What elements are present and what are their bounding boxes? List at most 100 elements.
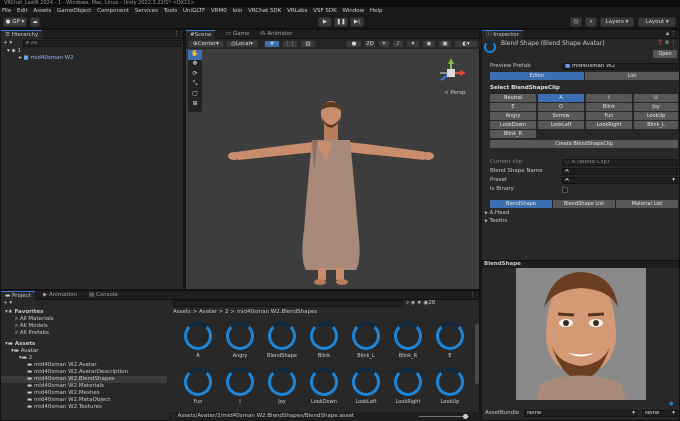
layers-dropdown[interactable]: Layers ▾ xyxy=(600,17,634,27)
more-icon[interactable]: ⋮ xyxy=(470,292,476,299)
tree-folder[interactable]: ▬ mid40sman W2.Materials xyxy=(27,383,104,390)
tree-folder[interactable]: ▬ mid40sman W2.Avatar xyxy=(27,362,97,369)
play-button[interactable]: ▶ xyxy=(318,17,332,27)
favorite-item[interactable]: ⌕ All Materials xyxy=(15,316,54,323)
tab-hierarchy[interactable]: ☰ Hierarchy xyxy=(1,30,43,39)
lighting-toggle[interactable]: ☀ xyxy=(378,40,390,48)
header-icons[interactable]: ❓ ⚙ ⋮ xyxy=(657,40,676,47)
gizmos-button[interactable]: ◐▾ xyxy=(454,40,478,48)
hand-tool-button[interactable]: ✋ xyxy=(188,50,202,60)
asset-grid-scrollbar[interactable] xyxy=(475,324,479,384)
transform-tool-button[interactable]: ⊞ xyxy=(188,100,202,110)
clip-neutral-button[interactable]: Neutral xyxy=(490,94,536,102)
rect-tool-button[interactable]: ▢ xyxy=(188,90,202,100)
clip-sorrow-button[interactable]: Sorrow xyxy=(538,112,584,120)
clip-lookup-button[interactable]: LookUp xyxy=(634,112,678,120)
avatar-model[interactable] xyxy=(226,100,436,285)
menu-component[interactable]: Component xyxy=(97,8,129,14)
cloud-button[interactable]: ☁ xyxy=(30,17,40,27)
effects-toggle[interactable]: ✦ xyxy=(406,40,420,48)
camera-settings-button[interactable]: ▣ xyxy=(438,40,452,48)
menu-vsf-sdk[interactable]: VSF SDK xyxy=(313,8,337,14)
tab-scene[interactable]: #Scene xyxy=(186,30,216,39)
tab-inspector[interactable]: ⓘ Inspector xyxy=(482,30,523,39)
is-binary-checkbox[interactable] xyxy=(562,187,568,193)
search-button[interactable]: ⌕ xyxy=(585,17,597,27)
clip-blink-button[interactable]: Blink xyxy=(586,103,632,111)
clip-lookleft-button[interactable]: LookLeft xyxy=(538,121,584,129)
tab-console[interactable]: ▤ Console xyxy=(85,291,122,300)
project-toolbar-icons[interactable]: ⌕ ◈ ★ ◉28 xyxy=(406,300,435,307)
persp-label[interactable]: < Persp xyxy=(444,90,465,97)
tree-folder[interactable]: ▬ mid40sman W2.AvatarDescription xyxy=(27,369,128,376)
tree-folder-selected[interactable]: ▬ mid40sman W2.BlendShapes xyxy=(1,376,167,383)
rotate-tool-button[interactable]: ⟳ xyxy=(188,70,202,80)
tab-project[interactable]: ▬ Project xyxy=(1,291,35,300)
project-search-input[interactable] xyxy=(173,300,403,307)
menu-file[interactable]: File xyxy=(2,8,11,14)
tree-folder[interactable]: ▬ mid40sman W2.Meshes xyxy=(27,390,100,397)
menu-vrchat-sdk[interactable]: VRChat SDK xyxy=(248,8,281,14)
preview-area[interactable] xyxy=(482,268,679,406)
menu-vrm0[interactable]: VRM0 xyxy=(211,8,227,14)
foldout-teeths[interactable]: ▸ Teeths xyxy=(485,218,507,225)
mode-tab-editor[interactable]: Editor xyxy=(490,72,584,80)
project-add-button[interactable]: + ▾ xyxy=(3,300,12,307)
more-icon[interactable]: ⋮ xyxy=(174,31,180,38)
subtab-blendshape-list[interactable]: BlendShape List xyxy=(553,200,615,208)
menu-lolo[interactable]: lolo xyxy=(233,8,243,14)
mode-tab-list[interactable]: List xyxy=(585,72,679,80)
account-button[interactable]: ● GP ▾ xyxy=(3,17,27,27)
scale-tool-button[interactable]: ⤡ xyxy=(188,80,202,90)
foldout-ahead[interactable]: ▸ A.Head xyxy=(485,210,509,217)
tab-game[interactable]: ▭ Game xyxy=(222,30,253,39)
2d-toggle[interactable]: 2D xyxy=(364,40,376,48)
lock-icon[interactable]: 🔒︎ xyxy=(666,31,669,38)
orientation-gizmo[interactable] xyxy=(436,58,466,88)
clip-i-button[interactable]: I xyxy=(586,94,632,102)
clip-angry-button[interactable]: Angry xyxy=(490,112,536,120)
clip-blink-r-button[interactable]: Blink_R xyxy=(490,130,536,138)
hierarchy-scene-row[interactable]: ▾ ◈ 1 xyxy=(7,48,21,55)
assetbundle-variant-dropdown[interactable]: None ▾ xyxy=(642,410,678,417)
breadcrumb-item[interactable]: mid40sman W2.BlendShapes xyxy=(237,309,318,315)
icon-size-slider[interactable] xyxy=(419,416,469,417)
preset-dropdown[interactable]: A ▾ xyxy=(562,177,678,184)
clip-lookdown-button[interactable]: LookDown xyxy=(490,121,536,129)
preview-prefab-field[interactable]: ■ mid40sman W2 xyxy=(562,63,678,70)
hierarchy-search-input[interactable]: ⌕ All xyxy=(23,40,181,47)
clip-a-button[interactable]: A xyxy=(538,94,584,102)
blend-shape-name-input[interactable]: A xyxy=(562,168,678,175)
preview-icon[interactable]: ◆ xyxy=(669,400,674,407)
hierarchy-item[interactable]: ▸ ■ mid40sman W2 xyxy=(19,55,74,62)
asset-item[interactable]: LookUp xyxy=(425,364,475,408)
step-button[interactable]: ▶| xyxy=(350,17,364,27)
create-blendshapeclip-button[interactable]: Create BlendShapeClip xyxy=(490,140,678,148)
snap-increment-button[interactable]: ⋮⋮ xyxy=(282,40,298,48)
pivot-dropdown[interactable]: ⊕Center▾ xyxy=(188,40,224,48)
menu-edit[interactable]: Edit xyxy=(17,8,28,14)
menu-help[interactable]: Help xyxy=(370,8,383,14)
clip-e-button[interactable]: E xyxy=(490,103,536,111)
assetbundle-dropdown[interactable]: None ▾ xyxy=(524,410,638,417)
hidden-objects-toggle[interactable]: ◉ xyxy=(422,40,436,48)
menu-services[interactable]: Services xyxy=(135,8,158,14)
breadcrumb-item[interactable]: Avatar xyxy=(199,309,217,315)
hierarchy-add-button[interactable]: + ▾ xyxy=(3,40,12,47)
asset-item[interactable]: E xyxy=(425,318,475,362)
subtab-material-list[interactable]: Material List xyxy=(616,200,678,208)
layout-dropdown[interactable]: Layout ▾ xyxy=(638,17,676,27)
clip-joy-button[interactable]: Joy xyxy=(634,103,678,111)
icon-size-slider-handle[interactable] xyxy=(463,414,468,419)
tab-animation[interactable]: ▶ Animation xyxy=(39,291,81,300)
history-button[interactable]: ◷ xyxy=(570,17,582,27)
menu-gameobject[interactable]: GameObject xyxy=(57,8,91,14)
favorites-row[interactable]: ▾★ Favorites xyxy=(5,309,43,316)
audio-toggle[interactable]: ♪ xyxy=(392,40,404,48)
pause-button[interactable]: ❚❚ xyxy=(334,17,348,27)
tab-animator[interactable]: ⁂ Animator xyxy=(256,30,297,39)
grid-snap-button[interactable]: # xyxy=(264,40,280,48)
space-dropdown[interactable]: ◎Local▾ xyxy=(226,40,258,48)
menu-window[interactable]: Window xyxy=(342,8,364,14)
menu-assets[interactable]: Assets xyxy=(33,8,51,14)
